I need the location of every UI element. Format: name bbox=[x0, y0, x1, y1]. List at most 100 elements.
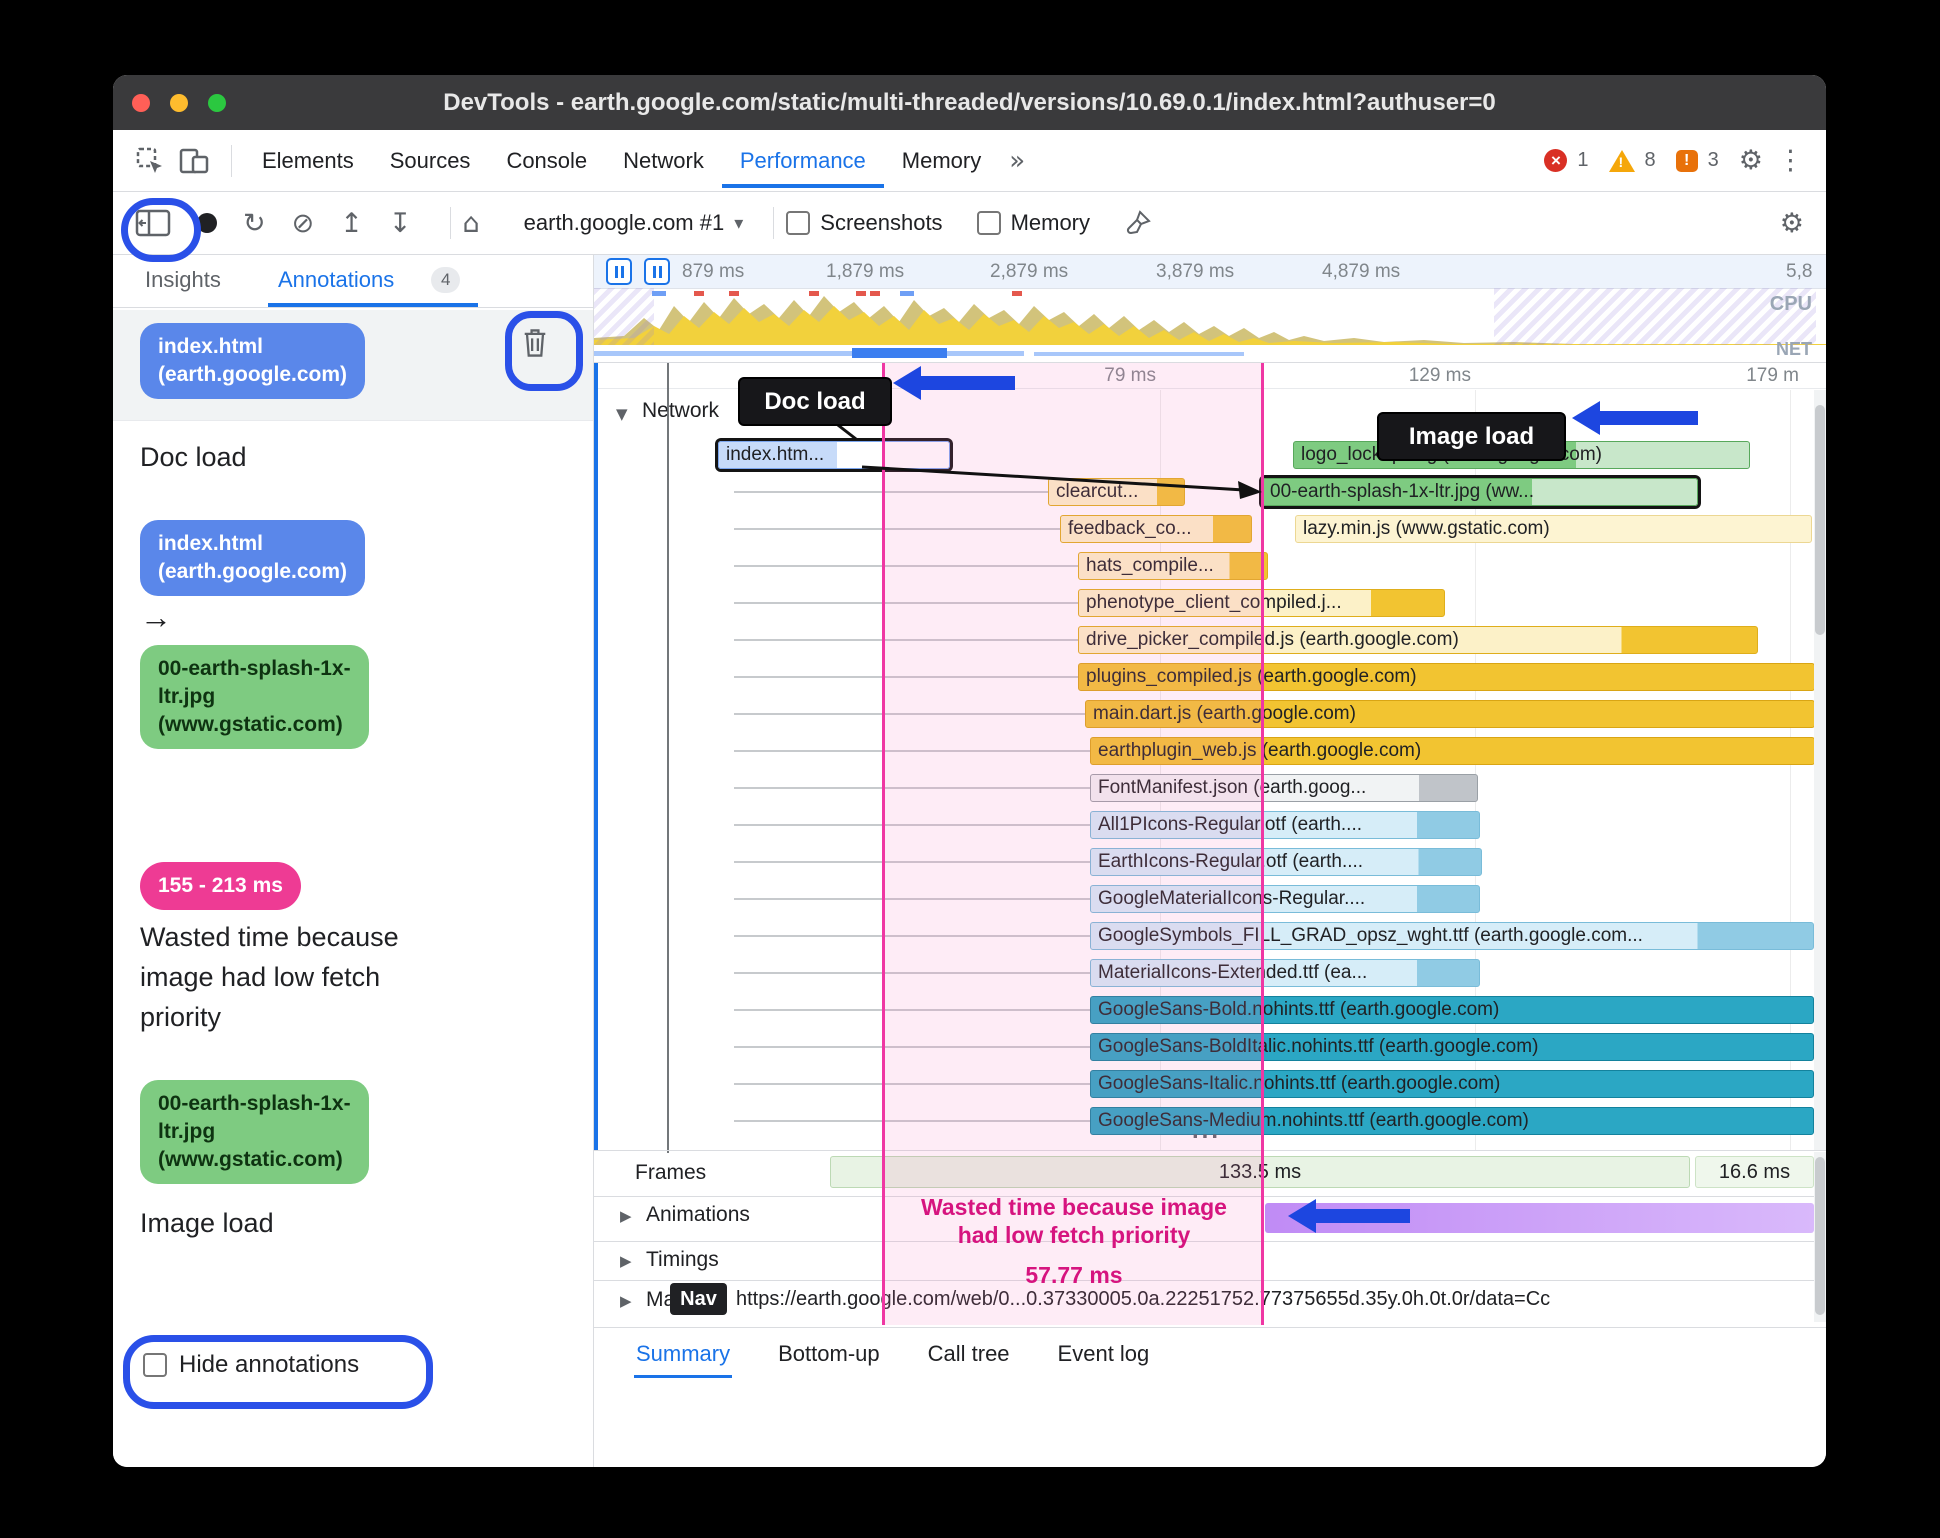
tab-insights[interactable]: Insights bbox=[145, 267, 221, 293]
scrollbar-thumb[interactable] bbox=[1815, 1157, 1825, 1315]
network-request-bar[interactable]: plugins_compiled.js (earth.google.com) bbox=[1078, 663, 1815, 691]
request-whisker bbox=[734, 602, 1078, 604]
network-request-bar[interactable]: main.dart.js (earth.google.com) bbox=[1085, 700, 1815, 728]
annotation-pill-link-to[interactable]: 00-earth-splash-1x- ltr.jpg (www.gstatic… bbox=[140, 645, 369, 749]
network-request-label: GoogleSans-Bold.nohints.ttf (earth.googl… bbox=[1098, 999, 1500, 1020]
tab-event-log[interactable]: Event log bbox=[1056, 1330, 1152, 1378]
network-request-bar[interactable]: FontManifest.json (earth.goog... bbox=[1090, 774, 1478, 802]
network-request-bar[interactable]: feedback_co... bbox=[1060, 515, 1252, 543]
screenshots-checkbox[interactable] bbox=[786, 211, 811, 235]
error-count: 1 bbox=[1577, 149, 1589, 171]
annotation-pill-time-range[interactable]: 155 - 213 ms bbox=[140, 862, 301, 910]
disclosure-triangle-icon[interactable]: ▶ bbox=[620, 1207, 632, 1225]
memory-label: Memory bbox=[1010, 210, 1091, 235]
maximize-window-button[interactable] bbox=[208, 94, 226, 112]
request-whisker bbox=[734, 639, 1078, 641]
inspect-icon[interactable] bbox=[131, 144, 169, 178]
network-request-bar[interactable]: GoogleMaterialIcons-Regular.... bbox=[1090, 885, 1480, 913]
clear-icon[interactable]: ⊘ bbox=[292, 208, 315, 239]
network-request-bar[interactable]: EarthIcons-Regular.otf (earth.... bbox=[1090, 848, 1482, 876]
frames-bar[interactable]: 16.6 ms bbox=[1695, 1156, 1814, 1188]
network-request-bar[interactable]: 00-earth-splash-1x-ltr.jpg (ww... bbox=[1262, 478, 1698, 506]
tab-bottom-up[interactable]: Bottom-up bbox=[776, 1330, 882, 1378]
close-window-button[interactable] bbox=[132, 94, 150, 112]
network-request-label: index.htm... bbox=[726, 444, 825, 465]
issues-icon[interactable]: ! bbox=[1675, 149, 1698, 172]
network-request-label: MaterialIcons-Extended.ttf (ea... bbox=[1098, 962, 1368, 983]
settings-gear-icon[interactable]: ⚙ bbox=[1739, 145, 1763, 176]
annotation-label-doc-load[interactable]: Doc load bbox=[140, 437, 247, 477]
frames-bar-duration: 133.5 ms bbox=[1218, 1160, 1302, 1183]
wasted-time-duration: 57.77 ms bbox=[1025, 1262, 1123, 1288]
network-request-label: 00-earth-splash-1x-ltr.jpg (ww... bbox=[1270, 481, 1534, 502]
tab-annotations[interactable]: Annotations bbox=[278, 267, 394, 293]
sidebar-tab-bar: Insights Annotations 4 bbox=[113, 255, 593, 308]
network-request-bar[interactable]: GoogleSans-BoldItalic.nohints.ttf (earth… bbox=[1090, 1033, 1814, 1061]
error-icon[interactable]: × bbox=[1544, 149, 1568, 172]
annotation-pill-splash-image[interactable]: 00-earth-splash-1x- ltr.jpg (www.gstatic… bbox=[140, 1080, 369, 1184]
disclosure-triangle-icon[interactable]: ▶ bbox=[620, 1292, 632, 1310]
device-toolbar-icon[interactable] bbox=[175, 144, 213, 178]
network-request-bar[interactable]: MaterialIcons-Extended.ttf (ea... bbox=[1090, 959, 1480, 987]
request-whisker bbox=[734, 491, 1048, 493]
wasted-time-right-edge[interactable] bbox=[1261, 363, 1264, 1325]
record-button[interactable] bbox=[197, 213, 217, 233]
tab-performance[interactable]: Performance bbox=[722, 134, 884, 188]
image-load-callout[interactable]: Image load bbox=[1377, 412, 1566, 461]
nav-marker-chip[interactable]: Nav bbox=[670, 1283, 727, 1315]
more-tabs-icon[interactable]: » bbox=[999, 138, 1035, 184]
hide-annotations-checkbox[interactable] bbox=[143, 1353, 167, 1377]
network-request-bar[interactable]: clearcut... bbox=[1048, 478, 1185, 506]
tab-call-tree[interactable]: Call tree bbox=[926, 1330, 1012, 1378]
separator bbox=[449, 207, 451, 239]
save-profile-icon[interactable]: ↧ bbox=[389, 208, 412, 239]
wasted-time-text: Wasted time because image had low fetch … bbox=[921, 1194, 1227, 1248]
separator bbox=[773, 207, 775, 239]
disclosure-triangle-icon[interactable]: ▶ bbox=[620, 1252, 632, 1270]
network-request-bar[interactable]: lazy.min.js (www.gstatic.com) bbox=[1295, 515, 1812, 543]
delete-annotation-icon[interactable] bbox=[521, 327, 549, 364]
doc-load-callout[interactable]: Doc load bbox=[738, 377, 892, 426]
annotation-label-image-load[interactable]: Image load bbox=[140, 1203, 274, 1243]
network-request-label: plugins_compiled.js (earth.google.com) bbox=[1086, 666, 1417, 687]
request-whisker bbox=[734, 1120, 1090, 1122]
request-whisker bbox=[734, 528, 1060, 530]
network-request-bar[interactable]: GoogleSans-Italic.nohints.ttf (earth.goo… bbox=[1090, 1070, 1814, 1098]
home-icon[interactable]: ⌂ bbox=[463, 208, 480, 239]
minimize-window-button[interactable] bbox=[170, 94, 188, 112]
warning-icon[interactable]: ! bbox=[1608, 149, 1635, 172]
annotation-label-wasted-time[interactable]: Wasted time because image had low fetch … bbox=[140, 917, 399, 1037]
tab-sources[interactable]: Sources bbox=[372, 134, 489, 188]
track-overflow-indicator[interactable]: ... bbox=[1192, 1117, 1221, 1145]
network-request-bar[interactable]: hats_compile... bbox=[1078, 552, 1268, 580]
animations-track-label[interactable]: Animations bbox=[646, 1203, 750, 1227]
timings-track-label[interactable]: Timings bbox=[646, 1248, 719, 1272]
arrow-left-icon bbox=[1572, 401, 1698, 435]
reload-and-record-icon[interactable]: ↻ bbox=[243, 208, 266, 239]
tab-console[interactable]: Console bbox=[488, 134, 605, 188]
tab-network[interactable]: Network bbox=[605, 134, 722, 188]
memory-checkbox[interactable] bbox=[976, 211, 1001, 235]
network-request-bar[interactable]: drive_picker_compiled.js (earth.google.c… bbox=[1078, 626, 1758, 654]
network-request-bar[interactable]: GoogleSymbols_FILL_GRAD_opsz_wght.ttf (e… bbox=[1090, 922, 1814, 950]
load-profile-icon[interactable]: ↥ bbox=[340, 208, 363, 239]
frames-track-label[interactable]: Frames bbox=[635, 1161, 706, 1185]
network-request-bar[interactable]: earthplugin_web.js (earth.google.com) bbox=[1090, 737, 1815, 765]
frames-bar[interactable]: 133.5 ms bbox=[830, 1156, 1690, 1188]
show-sidebar-icon[interactable] bbox=[135, 208, 171, 238]
wasted-time-left-edge[interactable] bbox=[882, 363, 885, 1325]
network-request-bar[interactable]: index.htm... bbox=[718, 441, 950, 469]
network-request-label: GoogleSans-BoldItalic.nohints.ttf (earth… bbox=[1098, 1036, 1539, 1057]
annotation-pill-link-from[interactable]: index.html (earth.google.com) bbox=[140, 520, 366, 596]
network-request-bar[interactable]: All1PIcons-Regular.otf (earth.... bbox=[1090, 811, 1480, 839]
capture-settings-gear-icon[interactable]: ⚙ bbox=[1780, 208, 1804, 239]
annotation-pill-index-html[interactable]: index.html (earth.google.com) bbox=[140, 323, 366, 399]
network-request-bar[interactable]: GoogleSans-Bold.nohints.ttf (earth.googl… bbox=[1090, 996, 1814, 1024]
tab-memory[interactable]: Memory bbox=[884, 134, 999, 188]
profile-select[interactable]: earth.google.com #1 ▾ bbox=[524, 210, 744, 236]
tab-summary[interactable]: Summary bbox=[634, 1330, 732, 1378]
kebab-menu-icon[interactable]: ⋮ bbox=[1773, 145, 1808, 176]
gc-brush-icon[interactable] bbox=[1124, 209, 1152, 237]
tab-elements[interactable]: Elements bbox=[244, 134, 372, 188]
scrollbar-thumb[interactable] bbox=[1815, 405, 1825, 635]
